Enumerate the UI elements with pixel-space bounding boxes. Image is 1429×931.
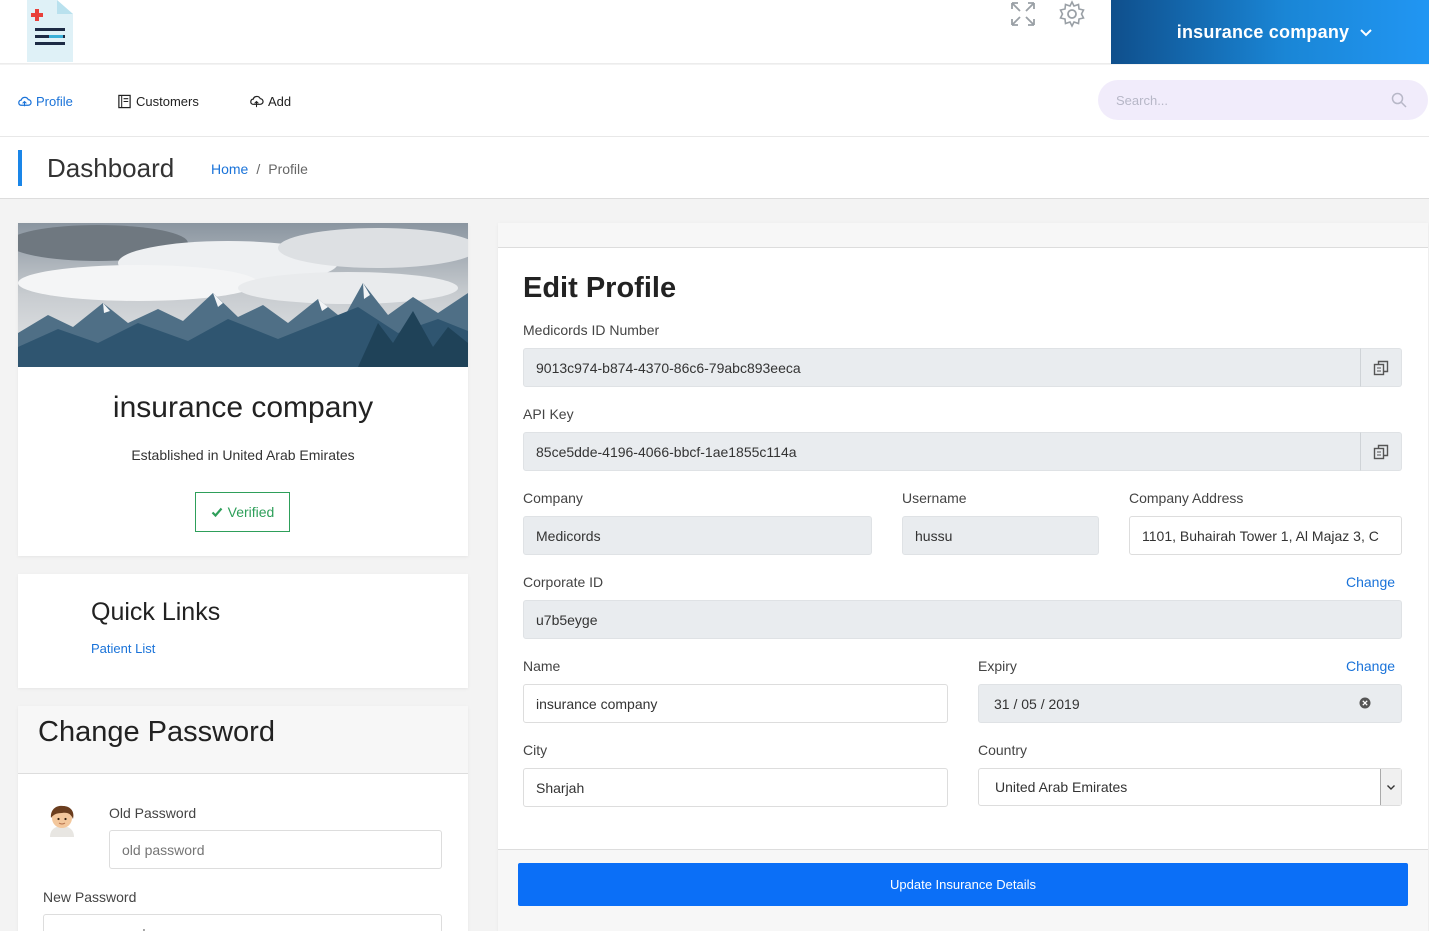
change-password-title: Change Password xyxy=(38,716,275,748)
nav-item-customers[interactable]: Customers xyxy=(117,92,199,110)
new-password-label: New Password xyxy=(43,889,137,905)
edit-profile-card: Edit Profile Medicords ID Number API Key… xyxy=(498,223,1428,931)
quick-links-card: Quick Links Patient List xyxy=(18,574,468,688)
verified-button[interactable]: Verified xyxy=(195,492,290,532)
chevron-down-icon xyxy=(1387,785,1395,790)
expiry-date-field[interactable] xyxy=(978,684,1402,723)
company-name: insurance company xyxy=(112,391,374,424)
name-field[interactable] xyxy=(523,684,948,723)
edit-profile-title: Edit Profile xyxy=(523,272,677,304)
nav-label-add: Add xyxy=(268,93,292,109)
avatar xyxy=(46,803,78,837)
copy-icon xyxy=(1373,360,1389,375)
cloud-icon xyxy=(18,96,32,106)
country-label: Country xyxy=(978,742,1028,758)
top-bar: insurance company xyxy=(0,0,1429,64)
name-label: Name xyxy=(523,658,561,674)
username-field[interactable] xyxy=(902,516,1099,555)
user-name: insurance company xyxy=(1176,21,1350,42)
new-password-input[interactable] xyxy=(43,914,442,931)
search-input[interactable] xyxy=(1116,90,1376,110)
country-selected-value: United Arab Emirates xyxy=(995,779,1128,795)
chevron-down-icon xyxy=(1360,29,1372,37)
edit-profile-footer: Update Insurance Details xyxy=(498,849,1428,931)
change-corporate-id-link[interactable]: Change xyxy=(1346,574,1395,590)
nav-item-profile[interactable]: Profile xyxy=(17,92,73,110)
company-address-field[interactable] xyxy=(1129,516,1402,555)
title-bar: Dashboard Home / Profile xyxy=(0,137,1429,199)
company-established: Established in United Arab Emirates xyxy=(131,447,355,463)
update-insurance-button[interactable]: Update Insurance Details xyxy=(518,863,1408,906)
change-expiry-link[interactable]: Change xyxy=(1346,658,1395,674)
nav-label-customers: Customers xyxy=(136,93,199,109)
username-label: Username xyxy=(902,490,967,506)
medicords-id-label: Medicords ID Number xyxy=(523,322,660,338)
cover-image xyxy=(18,223,468,367)
corporate-id-label: Corporate ID xyxy=(523,574,604,590)
breadcrumb: Home / Profile xyxy=(211,161,308,177)
medical-document-logo[interactable] xyxy=(27,0,73,62)
company-label: Company xyxy=(523,490,583,506)
api-key-label: API Key xyxy=(523,406,574,422)
breadcrumb-separator: / xyxy=(256,161,261,177)
page-title: Dashboard xyxy=(47,153,175,183)
copy-icon xyxy=(1373,444,1389,459)
expiry-label: Expiry xyxy=(978,658,1017,674)
select-arrow xyxy=(1380,769,1401,805)
change-password-card: Change Password Old Password New Passwor… xyxy=(18,706,468,931)
verified-label: Verified xyxy=(227,504,275,520)
edit-profile-header xyxy=(498,223,1428,248)
breadcrumb-current: Profile xyxy=(268,161,308,177)
profile-card: insurance company Established in United … xyxy=(18,223,468,556)
nav-label-profile: Profile xyxy=(36,93,73,109)
company-address-label: Company Address xyxy=(1129,490,1244,506)
api-key-field[interactable] xyxy=(523,432,1361,471)
search-box xyxy=(1098,80,1428,120)
nav-item-add[interactable]: Add xyxy=(249,92,291,110)
medicords-id-field[interactable] xyxy=(523,348,1361,387)
clear-icon[interactable] xyxy=(1359,697,1371,709)
nav-bar: Profile Customers Add xyxy=(0,65,1429,137)
copy-medicords-id-button[interactable] xyxy=(1360,348,1402,387)
copy-api-key-button[interactable] xyxy=(1360,432,1402,471)
expand-icon[interactable] xyxy=(1009,0,1037,28)
breadcrumb-home[interactable]: Home xyxy=(211,161,248,177)
company-field[interactable] xyxy=(523,516,872,555)
search-icon[interactable] xyxy=(1390,91,1408,109)
country-select[interactable]: United Arab Emirates xyxy=(978,768,1402,806)
corporate-id-field[interactable] xyxy=(523,600,1402,639)
quick-link-patient-list[interactable]: Patient List xyxy=(91,641,155,656)
gear-icon[interactable] xyxy=(1058,0,1086,28)
cloud-upload-icon xyxy=(250,95,264,107)
user-menu[interactable]: insurance company xyxy=(1111,0,1429,64)
city-label: City xyxy=(523,742,548,758)
title-accent-bar xyxy=(18,150,22,186)
old-password-label: Old Password xyxy=(109,805,197,821)
old-password-input[interactable] xyxy=(109,830,442,869)
change-password-header: Change Password xyxy=(18,706,468,774)
notebook-icon xyxy=(118,94,131,108)
city-field[interactable] xyxy=(523,768,948,807)
quick-links-title: Quick Links xyxy=(91,598,221,626)
check-icon xyxy=(211,507,222,518)
